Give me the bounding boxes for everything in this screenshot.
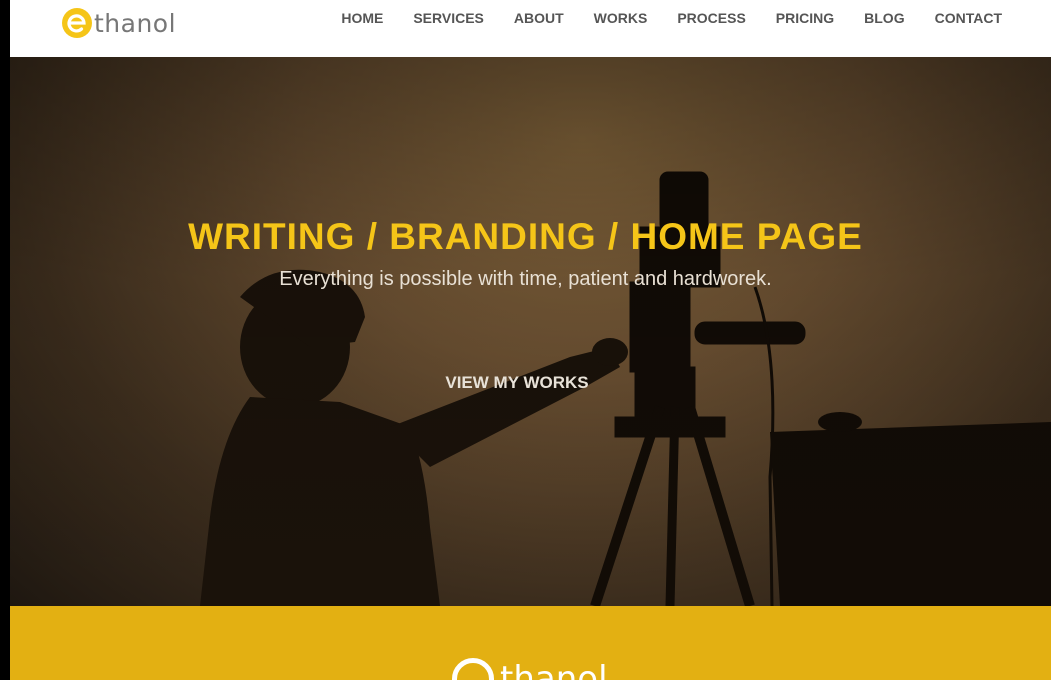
footer-logo-wordmark: thanol <box>500 659 608 680</box>
hero-subtitle: Everything is possible with time, patien… <box>279 268 772 290</box>
yellow-band-section: thanol <box>10 606 1051 680</box>
footer-logo[interactable]: thanol <box>452 658 608 680</box>
site-logo[interactable]: thanol <box>62 7 176 39</box>
logo-wordmark: thanol <box>94 8 177 38</box>
hero-overlay <box>10 57 1051 606</box>
main-nav: HOME SERVICES ABOUT WORKS PROCESS PRICIN… <box>341 10 1002 26</box>
nav-contact[interactable]: CONTACT <box>935 10 1002 26</box>
nav-process[interactable]: PROCESS <box>677 10 745 26</box>
logo-e-icon <box>62 8 92 38</box>
nav-home[interactable]: HOME <box>341 10 383 26</box>
footer-logo-e-icon <box>452 658 494 680</box>
left-edge-strip <box>0 0 10 680</box>
view-works-button[interactable]: VIEW MY WORKS <box>431 373 603 397</box>
nav-about[interactable]: ABOUT <box>514 10 564 26</box>
nav-services[interactable]: SERVICES <box>413 10 484 26</box>
nav-pricing[interactable]: PRICING <box>776 10 834 26</box>
top-navbar: thanol HOME SERVICES ABOUT WORKS PROCESS… <box>10 0 1051 57</box>
nav-works[interactable]: WORKS <box>594 10 648 26</box>
hero-title: WRITING / BRANDING / HOME PAGE <box>188 216 863 257</box>
hero-section: WRITING / BRANDING / HOME PAGE Everythin… <box>10 57 1051 606</box>
nav-blog[interactable]: BLOG <box>864 10 904 26</box>
